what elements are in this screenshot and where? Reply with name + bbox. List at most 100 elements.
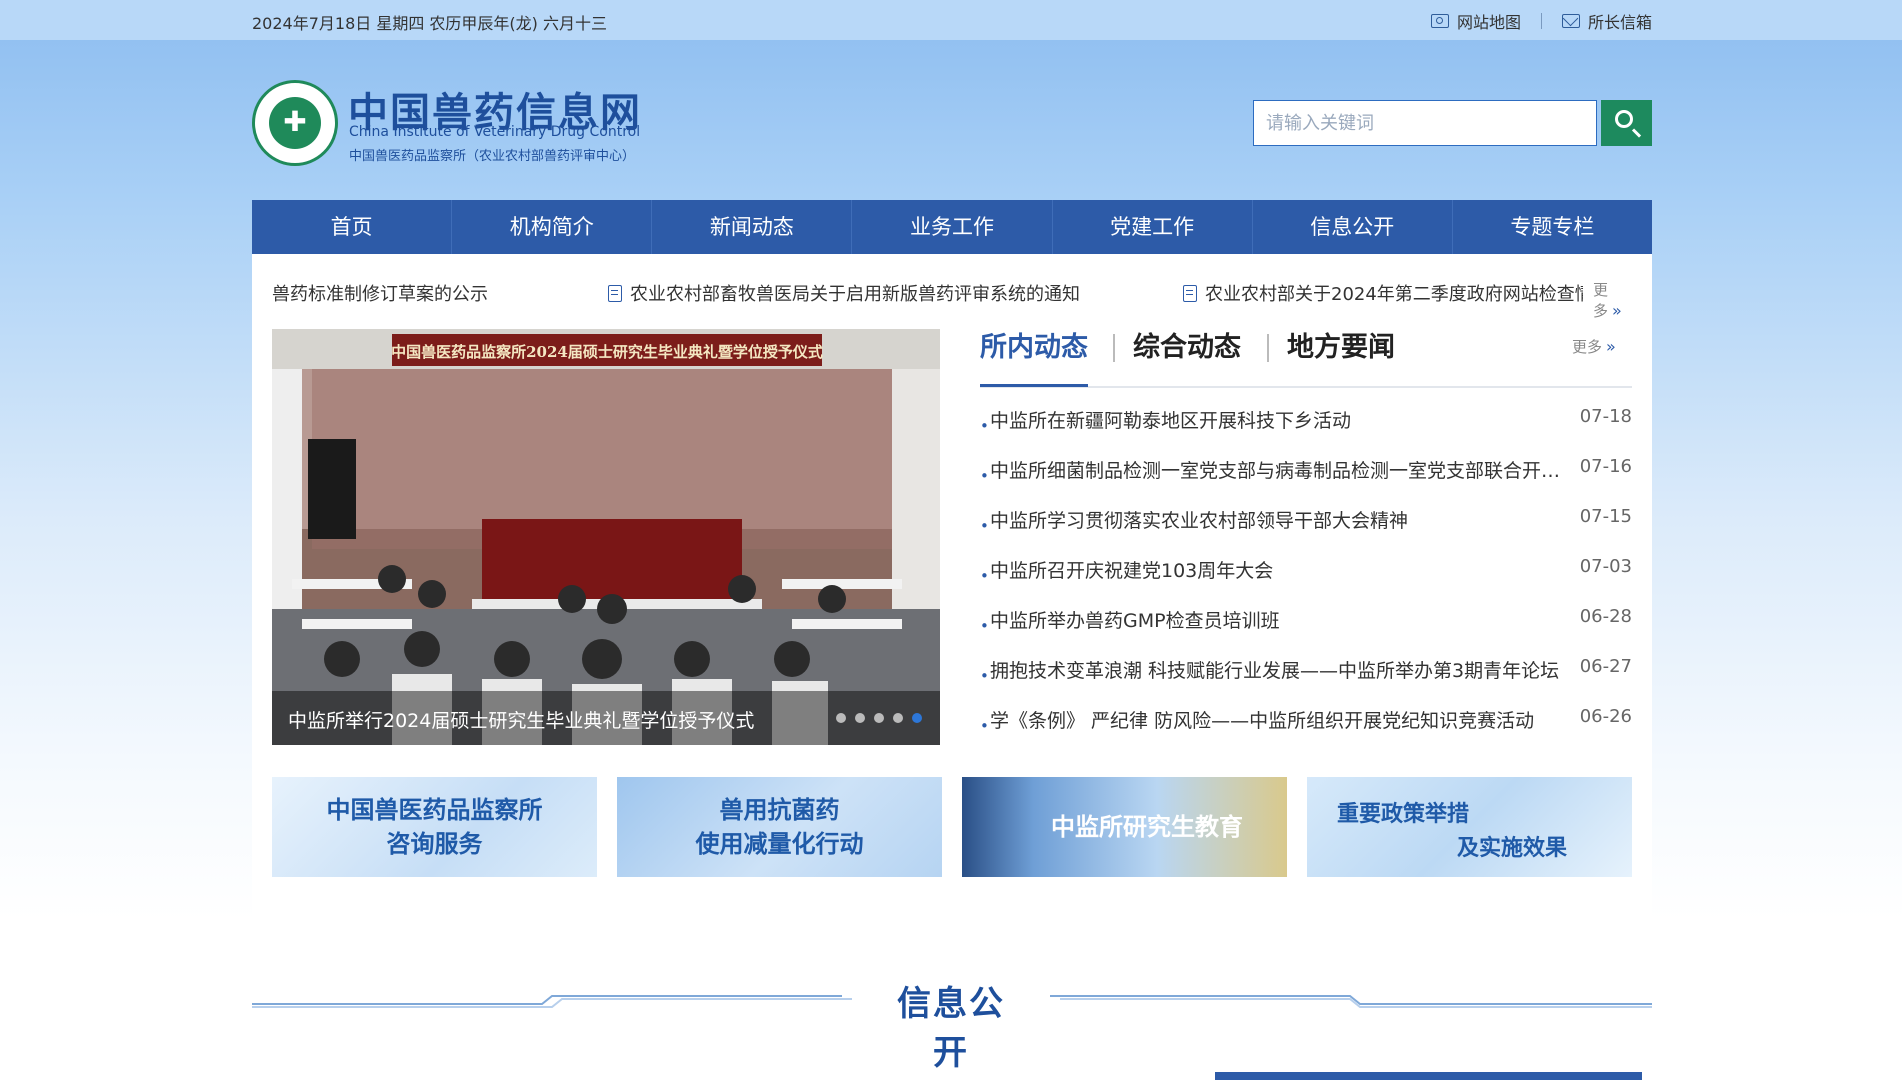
nav-item-disclosure[interactable]: 信息公开 xyxy=(1253,200,1453,254)
nav-item-news[interactable]: 新闻动态 xyxy=(652,200,853,254)
news-item[interactable]: • 中监所举办兽药GMP检查员培训班 06-28 xyxy=(980,606,1632,656)
news-item[interactable]: • 中监所召开庆祝建党103周年大会 07-03 xyxy=(980,556,1632,606)
ticker-item-label: 农业农村部关于2024年第二季度政府网站检查情况的通报 xyxy=(1205,284,1583,305)
divider xyxy=(1113,334,1115,362)
section-decor-left xyxy=(252,995,852,1008)
ticker-item[interactable]: 农业农村部关于2024年第二季度政府网站检查情况的通报 xyxy=(1183,280,1583,306)
graduation-ceremony-photo: 中国兽医药品监察所2024届硕士研究生毕业典礼暨学位授予仪式 xyxy=(272,329,940,745)
section-title: 信息公开 xyxy=(897,984,1005,1073)
top-links: 网站地图 所长信箱 xyxy=(1430,9,1652,33)
news-item[interactable]: • 中监所学习贯彻落实农业农村部领导干部大会精神 07-15 xyxy=(980,506,1632,556)
news-date: 07-16 xyxy=(1579,456,1632,477)
nav-item-home[interactable]: 首页 xyxy=(252,200,453,254)
carousel-dots xyxy=(836,713,922,723)
carousel-dot[interactable] xyxy=(855,713,865,723)
double-chevron-right-icon: » xyxy=(1606,337,1616,356)
nav-item-about[interactable]: 机构简介 xyxy=(452,200,653,254)
carousel-caption[interactable]: 中监所举行2024届硕士研究生毕业典礼暨学位授予仪式 xyxy=(288,706,754,733)
director-mail-link[interactable]: 所长信箱 xyxy=(1561,9,1652,33)
sitemap-link[interactable]: 网站地图 xyxy=(1430,9,1521,33)
more-label: 更多 xyxy=(1572,338,1603,356)
search-icon xyxy=(1615,110,1633,128)
news-date: 07-18 xyxy=(1579,406,1632,427)
ticker-item[interactable]: 兽药标准制修订草案的公示 xyxy=(272,280,488,306)
carousel-dot[interactable] xyxy=(893,713,903,723)
news-more-link[interactable]: 更多» xyxy=(1572,336,1616,357)
bullet-icon: • xyxy=(980,517,989,535)
nav-item-business[interactable]: 业务工作 xyxy=(852,200,1053,254)
banner-line: 兽用抗菌药 xyxy=(719,795,840,824)
news-tabs: 所内动态 综合动态 地方要闻 更多» xyxy=(980,326,1632,388)
bullet-icon: • xyxy=(980,667,989,685)
notice-ticker: 兽药标准制修订草案的公示 农业农村部畜牧兽医局关于启用新版兽药评审系统的通知 农… xyxy=(272,280,1632,320)
map-icon xyxy=(1430,14,1449,28)
info-panel-right xyxy=(1215,1072,1642,1080)
news-date: 06-26 xyxy=(1579,706,1632,727)
news-item[interactable]: •中监所细菌制品检测一室党支部与病毒制品检测一室党支部联合开展主题党日活动 07-… xyxy=(980,456,1632,506)
news-date: 07-03 xyxy=(1579,556,1632,577)
bullet-icon: • xyxy=(980,617,989,635)
mail-icon xyxy=(1561,14,1580,28)
divider xyxy=(1267,334,1269,362)
news-item[interactable]: • 拥抱技术变革浪潮 科技赋能行业发展——中监所举办第3期青年论坛 06-27 xyxy=(980,656,1632,706)
divider xyxy=(1540,13,1542,29)
graduate-education-banner[interactable]: 中监所研究生教育 xyxy=(962,777,1287,877)
search-input[interactable] xyxy=(1253,100,1597,146)
logo-emblem-icon xyxy=(269,97,321,149)
news-title: 学《条例》 严纪律 防风险——中监所组织开展党纪知识竞赛活动 xyxy=(990,710,1535,732)
date-text: 2024年7月18日 星期四 农历甲辰年(龙) 六月十三 xyxy=(252,14,608,33)
tab-local-news[interactable]: 地方要闻 xyxy=(1287,326,1395,384)
carousel-dot[interactable] xyxy=(836,713,846,723)
bullet-icon: • xyxy=(980,467,989,485)
more-label: 更多 xyxy=(1593,281,1609,320)
news-title: 中监所举办兽药GMP检查员培训班 xyxy=(990,610,1280,632)
news-item[interactable]: • 学《条例》 严纪律 防风险——中监所组织开展党纪知识竞赛活动 06-26 xyxy=(980,706,1632,756)
banner-line: 及实施效果 xyxy=(1457,835,1568,861)
carousel-caption-bar: 中监所举行2024届硕士研究生毕业典礼暨学位授予仪式 xyxy=(272,691,940,745)
news-date: 06-27 xyxy=(1579,656,1632,677)
main-panel: 兽药标准制修订草案的公示 农业农村部畜牧兽医局关于启用新版兽药评审系统的通知 农… xyxy=(252,254,1652,928)
site-subtitle: 中国兽医药品监察所（农业农村部兽药评审中心） xyxy=(349,149,636,164)
consult-service-banner[interactable]: 中国兽医药品监察所 咨询服务 xyxy=(272,777,597,877)
news-title: 中监所学习贯彻落实农业农村部领导干部大会精神 xyxy=(990,510,1409,532)
news-date: 07-15 xyxy=(1579,506,1632,527)
policy-measures-banner[interactable]: 重要政策举措 及实施效果 xyxy=(1307,777,1632,877)
banner-line: 重要政策举措 xyxy=(1337,801,1470,827)
bullet-icon: • xyxy=(980,717,989,735)
news-date: 06-28 xyxy=(1579,606,1632,627)
sitemap-label: 网站地图 xyxy=(1456,13,1521,32)
info-panel-left xyxy=(252,1070,1177,1080)
news-title: 中监所细菌制品检测一室党支部与病毒制品检测一室党支部联合开展主题党日活动 xyxy=(990,460,1570,482)
carousel-dot[interactable] xyxy=(874,713,884,723)
document-icon xyxy=(608,284,622,302)
document-icon xyxy=(1183,284,1197,302)
banner-line: 咨询服务 xyxy=(386,829,483,858)
bullet-icon: • xyxy=(980,567,989,585)
nav-item-topics[interactable]: 专题专栏 xyxy=(1453,200,1652,254)
photo-carousel[interactable]: 中国兽医药品监察所2024届硕士研究生毕业典礼暨学位授予仪式 中监所举行2024… xyxy=(272,329,940,745)
ticker-item-label: 农业农村部畜牧兽医局关于启用新版兽药评审系统的通知 xyxy=(630,284,1080,305)
tab-institute-news[interactable]: 所内动态 xyxy=(980,326,1088,387)
site-title-en: China Institute of Veterinary Drug Contr… xyxy=(349,124,641,140)
section-decor-right xyxy=(1050,995,1652,1008)
news-list: • 中监所在新疆阿勒泰地区开展科技下乡活动 07-18 • 中监所细菌制品检测一室党支… xyxy=(980,406,1632,756)
carousel-dot-active[interactable] xyxy=(912,713,922,723)
bullet-icon: • xyxy=(980,417,989,435)
top-bar: 2024年7月18日 星期四 农历甲辰年(龙) 六月十三 网站地图 所长信箱 xyxy=(0,0,1902,40)
news-title: 中监所召开庆祝建党103周年大会 xyxy=(990,560,1274,582)
ticker-more-link[interactable]: 更多» xyxy=(1593,279,1632,321)
ticker-item[interactable]: 农业农村部畜牧兽医局关于启用新版兽药评审系统的通知 xyxy=(608,280,1080,306)
news-title: 拥抱技术变革浪潮 科技赋能行业发展——中监所举办第3期青年论坛 xyxy=(990,660,1560,682)
double-chevron-right-icon: » xyxy=(1612,301,1622,320)
news-item[interactable]: • 中监所在新疆阿勒泰地区开展科技下乡活动 07-18 xyxy=(980,406,1632,456)
news-title: 中监所在新疆阿勒泰地区开展科技下乡活动 xyxy=(990,410,1352,432)
director-mail-label: 所长信箱 xyxy=(1587,13,1652,32)
antimicrobial-reduction-banner[interactable]: 兽用抗菌药 使用减量化行动 xyxy=(617,777,942,877)
search-button[interactable] xyxy=(1601,100,1652,146)
photo-banner-text: 中国兽医药品监察所2024届硕士研究生毕业典礼暨学位授予仪式 xyxy=(391,343,823,361)
banner-line: 中国兽医药品监察所 xyxy=(326,795,543,824)
tab-general-news[interactable]: 综合动态 xyxy=(1133,326,1241,384)
site-logo[interactable] xyxy=(252,80,338,166)
nav-item-party[interactable]: 党建工作 xyxy=(1053,200,1253,254)
main-nav: 首页 机构简介 新闻动态 业务工作 党建工作 信息公开 专题专栏 xyxy=(252,200,1652,254)
